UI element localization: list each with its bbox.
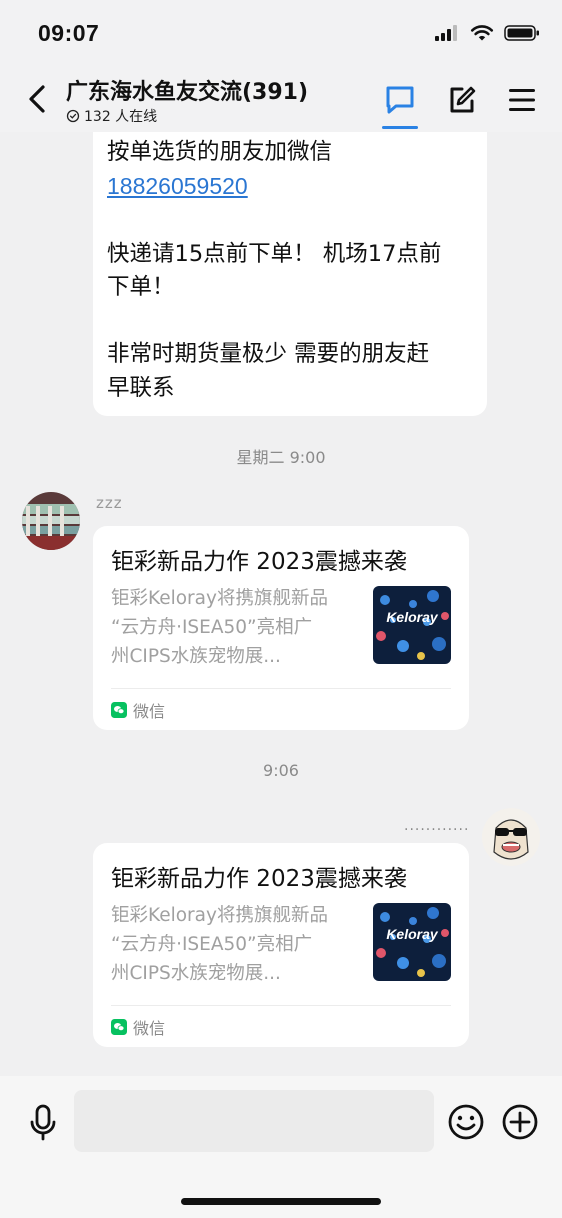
thumbnail-image: Keloray	[373, 586, 451, 664]
online-status: 132 人在线	[66, 106, 157, 126]
microphone-icon	[30, 1104, 56, 1141]
online-count: 132 人在线	[84, 109, 158, 125]
thumbnail-brand-text: Keloray	[386, 926, 439, 942]
voice-button[interactable]	[22, 1102, 64, 1144]
status-icons	[434, 24, 540, 42]
card-divider	[111, 1005, 451, 1006]
card-source: 微信	[111, 1015, 165, 1039]
battery-icon	[504, 25, 539, 41]
card-description: 钜彩Keloray将携旗舰新品 “云方舟·ISEA50”亮相广 州CIPS水族宠…	[111, 901, 361, 988]
card-desc-line: “云方舟·ISEA50”亮相广	[111, 934, 313, 955]
message-line: 下单！	[107, 274, 175, 300]
card-thumbnail: Keloray	[373, 903, 451, 981]
my-display-name: ............	[404, 818, 470, 834]
card-description: 钜彩Keloray将携旗舰新品 “云方舟·ISEA50”亮相广 州CIPS水族宠…	[111, 584, 361, 671]
card-thumbnail: Keloray	[373, 586, 451, 664]
online-clock-icon	[66, 109, 80, 123]
back-button[interactable]	[20, 82, 54, 116]
phone-number-link[interactable]: 18826059520	[107, 173, 248, 199]
wifi-icon	[470, 25, 494, 41]
status-bar: 09:07	[0, 0, 562, 64]
compose-icon	[450, 86, 476, 113]
avatar-image	[22, 492, 80, 550]
card-source-label: 微信	[133, 1019, 166, 1038]
hamburger-menu-icon	[509, 89, 535, 111]
menu-button[interactable]	[502, 80, 542, 120]
message-input[interactable]	[74, 1090, 434, 1152]
chevron-left-icon	[29, 85, 45, 113]
notice-message-bubble[interactable]: 按单选货的朋友加微信 18826059520 快递请15点前下单！ 机场17点前…	[93, 132, 487, 416]
shared-article-card[interactable]: 钜彩新品力作 2023震撼来袭 钜彩Keloray将携旗舰新品 “云方舟·ISE…	[93, 526, 469, 730]
card-title: 钜彩新品力作 2023震撼来袭	[111, 549, 407, 575]
sender-name: zzz	[96, 494, 123, 512]
group-title: 广东海水鱼友交流(391)	[66, 80, 309, 105]
wechat-icon	[111, 702, 127, 718]
message-input-bar	[0, 1076, 562, 1218]
message-line: 快递请15点前下单！ 机场17点前	[107, 240, 442, 267]
card-desc-line: 钜彩Keloray将携旗舰新品	[111, 905, 328, 926]
wechat-icon	[111, 1019, 127, 1035]
card-desc-line: “云方舟·ISEA50”亮相广	[111, 617, 313, 638]
status-time: 09:07	[38, 20, 100, 46]
plus-icon	[502, 1104, 538, 1140]
message-line: 非常时期货量极少 需要的朋友赶	[107, 341, 430, 367]
thumbnail-brand-text: Keloray	[386, 609, 439, 625]
thumbnail-image: Keloray	[373, 903, 451, 981]
cellular-signal-icon	[435, 25, 457, 41]
shared-article-card[interactable]: 钜彩新品力作 2023震撼来袭 钜彩Keloray将携旗舰新品 “云方舟·ISE…	[93, 843, 469, 1047]
card-desc-line: 州CIPS水族宠物展...	[111, 963, 281, 984]
emoji-icon	[448, 1104, 484, 1140]
message-line: 早联系	[107, 374, 175, 401]
chat-tab-button[interactable]	[380, 80, 420, 120]
card-source: 微信	[111, 698, 165, 722]
more-options-button[interactable]	[500, 1102, 540, 1142]
home-indicator	[181, 1198, 381, 1205]
chat-header: 广东海水鱼友交流(391) 132 人在线	[0, 64, 562, 132]
timestamp: 星期二 9:00	[236, 448, 326, 467]
chat-bubble-icon	[386, 86, 414, 114]
sender-avatar[interactable]	[22, 492, 80, 550]
avatar-image	[482, 808, 540, 866]
timestamp: 9:06	[263, 761, 299, 780]
my-avatar[interactable]	[482, 808, 540, 866]
card-source-label: 微信	[133, 702, 166, 721]
emoji-button[interactable]	[446, 1102, 486, 1142]
message-line: 按单选货的朋友加微信	[107, 139, 333, 165]
card-title: 钜彩新品力作 2023震撼来袭	[111, 866, 407, 892]
card-divider	[111, 688, 451, 689]
card-desc-line: 钜彩Keloray将携旗舰新品	[111, 588, 328, 609]
edit-button[interactable]	[442, 80, 482, 120]
card-desc-line: 州CIPS水族宠物展...	[111, 646, 281, 667]
active-tab-indicator	[382, 126, 418, 129]
message-list[interactable]: 按单选货的朋友加微信 18826059520 快递请15点前下单！ 机场17点前…	[0, 132, 562, 1076]
